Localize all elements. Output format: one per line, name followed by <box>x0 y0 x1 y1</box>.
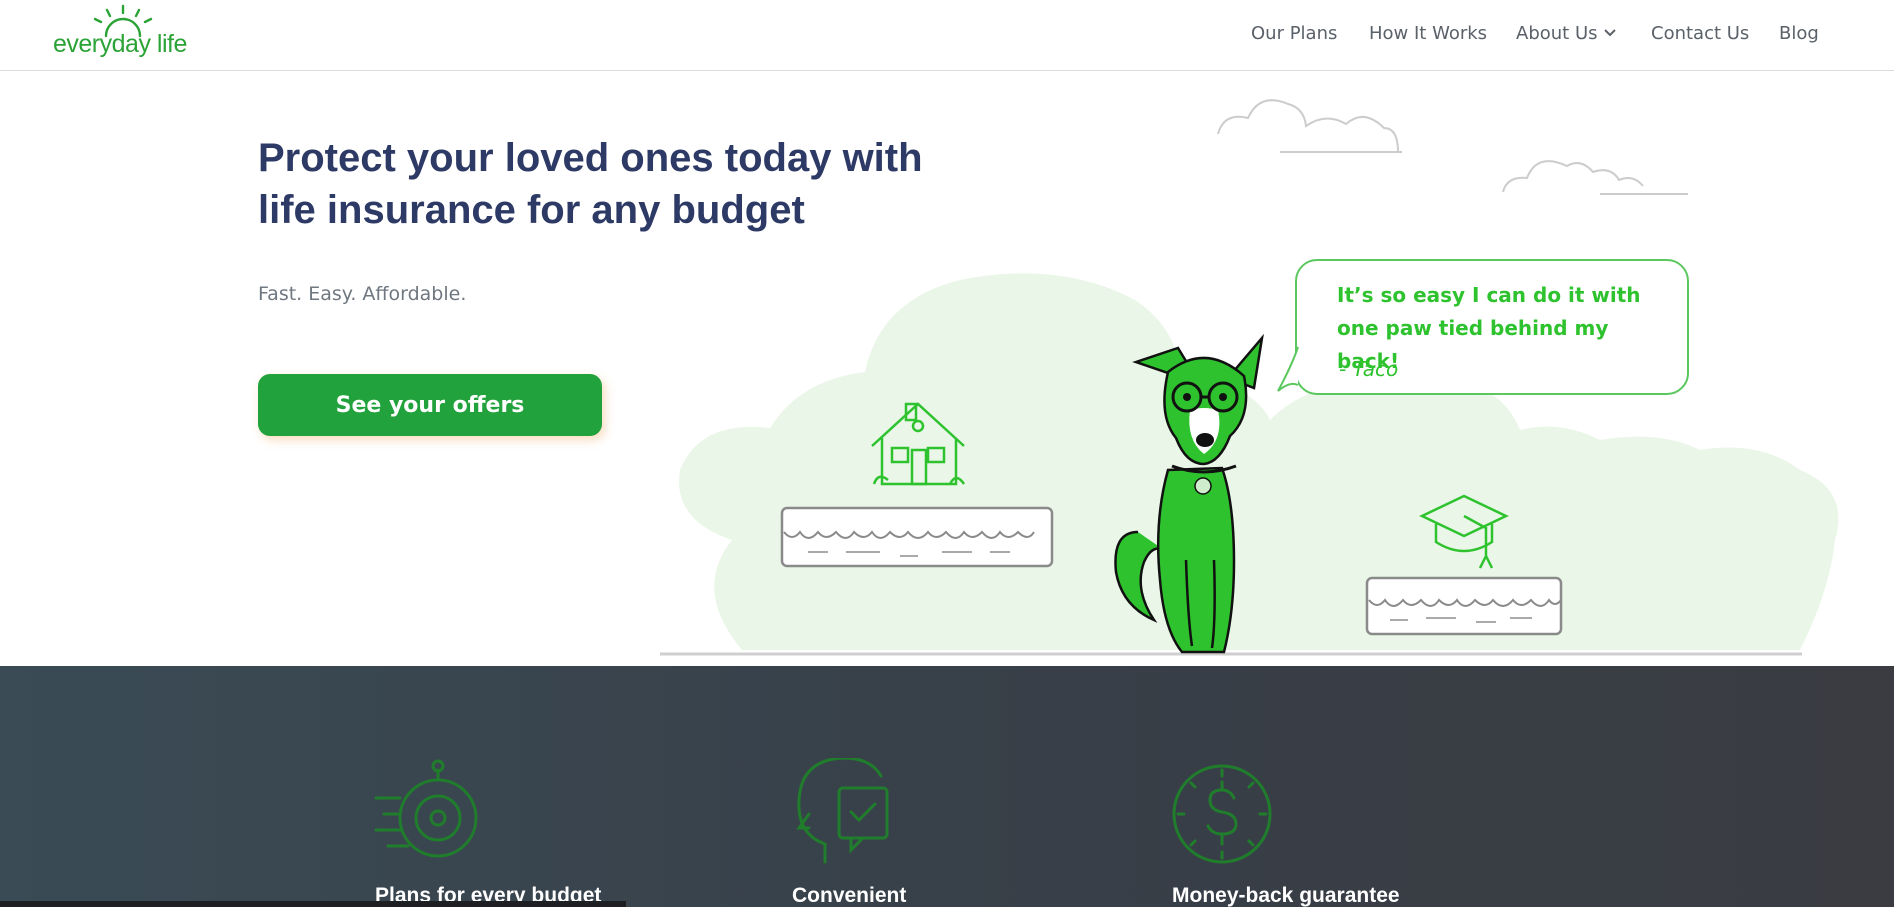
everyday-life-logo[interactable]: everyday life <box>50 4 190 64</box>
feature-convenient <box>789 758 899 868</box>
nav-contact-us[interactable]: Contact Us <box>1651 23 1749 44</box>
nav-about-us-label: About Us <box>1516 23 1598 44</box>
left-platform-icon <box>780 506 1054 568</box>
testimonial-bubble: It’s so easy I can do it with one paw ti… <box>1295 259 1689 395</box>
logo-text: everyday life <box>53 30 187 58</box>
sky-cloud-icon <box>1217 99 1688 195</box>
right-platform-icon <box>1365 576 1563 636</box>
feature-money-back-guarantee <box>1166 758 1276 868</box>
dollar-clock-icon <box>1172 764 1272 864</box>
bottom-scroll-bar <box>0 901 626 907</box>
nav-our-plans[interactable]: Our Plans <box>1251 23 1337 44</box>
testimonial-author: - Taco <box>1339 357 1399 381</box>
nav-about-us[interactable]: About Us <box>1516 23 1616 44</box>
feature-label-money-back: Money-back guarantee <box>1172 884 1400 907</box>
head-clock-icon <box>796 758 889 864</box>
hero-subline: Fast. Easy. Affordable. <box>258 283 467 305</box>
features-band: Plans for every budget Convenient Money-… <box>0 666 1894 907</box>
feature-label-convenient: Convenient <box>792 884 907 907</box>
bubble-tail-icon <box>1277 346 1299 392</box>
chevron-down-icon <box>1603 29 1616 37</box>
nav-how-it-works[interactable]: How It Works <box>1369 23 1487 44</box>
nav-blog[interactable]: Blog <box>1779 23 1819 44</box>
see-offers-button[interactable]: See your offers <box>258 374 602 436</box>
stopwatch-target-icon <box>374 759 478 858</box>
feature-plans-for-every-budget <box>374 758 484 868</box>
site-header: everyday life Our Plans How It Works Abo… <box>0 0 1894 71</box>
